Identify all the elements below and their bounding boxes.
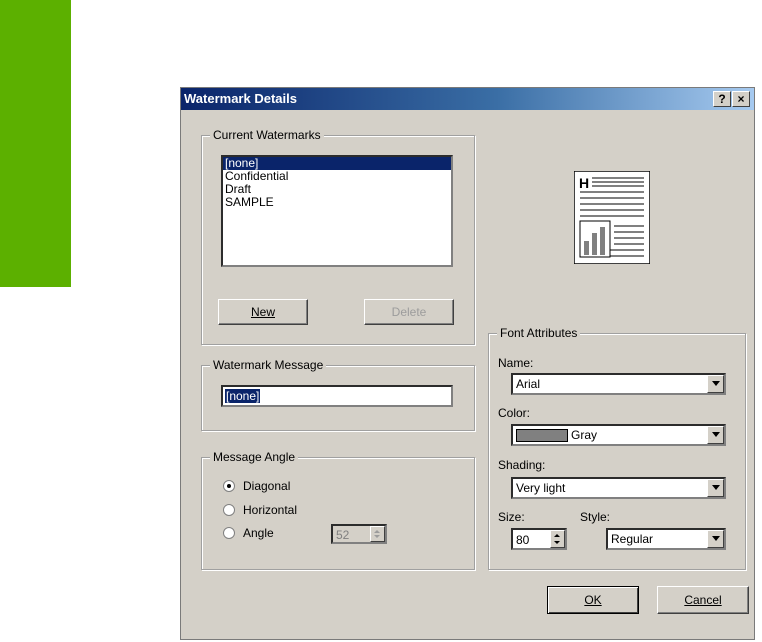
chevron-down-icon[interactable] [707,530,724,548]
angle-radio[interactable] [223,527,235,539]
watermark-message-input[interactable]: [none] [221,385,453,407]
green-side-bar [0,0,71,287]
size-spin-icon[interactable] [550,530,565,548]
font-attributes-title: Font Attributes [497,326,581,340]
chevron-down-icon[interactable] [707,375,724,393]
dialog-titlebar: Watermark Details [181,88,754,110]
font-name-select[interactable]: Arial [511,373,726,395]
font-color-select[interactable]: Gray [511,424,726,446]
diagonal-label: Diagonal [243,479,291,493]
page-preview-icon: H [574,171,650,264]
color-swatch [516,429,568,442]
font-color-value: Gray [571,428,598,442]
current-watermarks-title: Current Watermarks [210,128,324,142]
list-item[interactable]: SAMPLE [223,196,451,209]
font-name-value: Arial [516,377,541,391]
new-button[interactable]: New [218,299,308,325]
cancel-button-label: Cancel [684,593,722,607]
close-button[interactable]: × [732,91,750,107]
size-stepper[interactable]: 80 [511,528,567,550]
horizontal-label: Horizontal [243,503,298,517]
shading-select[interactable]: Very light [511,477,726,499]
style-label: Style: [580,510,611,524]
angle-label: Angle [243,526,274,540]
size-label: Size: [498,510,525,524]
new-button-label: New [250,305,275,319]
watermarks-listbox[interactable]: [none] Confidential Draft SAMPLE [221,155,453,267]
watermark-message-value: [none] [225,389,261,403]
ok-button[interactable]: OK [547,586,639,614]
angle-spin-icon[interactable] [370,526,385,542]
ok-button-label: OK [584,593,602,607]
watermark-details-dialog: Watermark Details ? × Current Watermarks… [180,87,755,640]
style-value: Regular [611,532,654,546]
watermark-message-title: Watermark Message [210,358,327,372]
size-value: 80 [516,533,530,547]
font-color-label: Color: [498,406,531,420]
shading-label: Shading: [498,458,546,472]
angle-stepper[interactable]: 52 [331,524,387,544]
shading-value: Very light [516,481,566,495]
horizontal-radio[interactable] [223,504,235,516]
diagonal-radio[interactable] [223,480,235,492]
delete-button-label: Delete [391,305,427,319]
style-select[interactable]: Regular [606,528,726,550]
list-item[interactable]: Confidential [223,170,451,183]
delete-button[interactable]: Delete [364,299,454,325]
cancel-button[interactable]: Cancel [657,586,749,614]
message-angle-title: Message Angle [210,450,299,464]
dialog-title: Watermark Details [184,91,297,106]
font-name-label: Name: [498,356,534,370]
chevron-down-icon[interactable] [707,426,724,444]
preview-heading-letter: H [579,175,589,191]
angle-value: 52 [336,528,350,542]
help-button[interactable]: ? [713,91,731,107]
chevron-down-icon[interactable] [707,479,724,497]
